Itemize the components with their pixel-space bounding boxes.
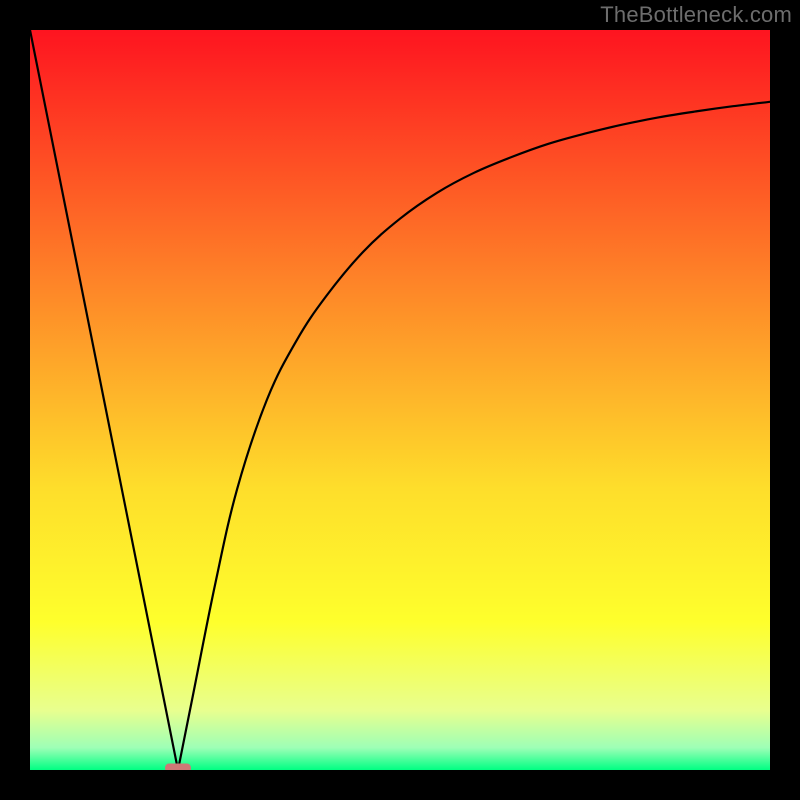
gradient-background [30,30,770,770]
minimum-marker [165,764,191,770]
chart-frame: TheBottleneck.com [0,0,800,800]
watermark-text: TheBottleneck.com [600,2,792,28]
chart-svg [30,30,770,770]
plot-area [30,30,770,770]
